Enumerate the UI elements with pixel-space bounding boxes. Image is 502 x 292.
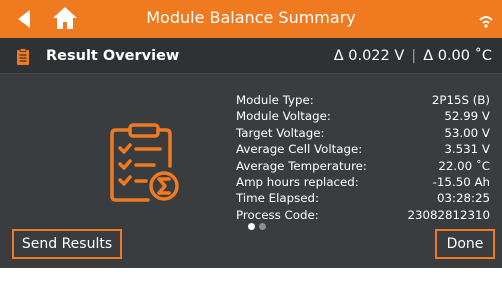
summary-row: Module Voltage: 52.99 V [236,108,490,124]
summary-label: Average Cell Voltage: [236,142,363,157]
delta-voltage: Δ 0.022 V [333,48,405,64]
result-overview-header: Result Overview Δ 0.022 V | Δ 0.00 ˚C [0,38,502,74]
summary-row: Target Voltage: 53.00 V [236,125,490,141]
summary-list: Module Type: 2P15S (B) Module Voltage: 5… [236,92,490,223]
summary-value: -15.50 Ah [432,174,490,189]
page-dot[interactable] [259,223,266,230]
summary-row: Time Elapsed: 03:28:25 [236,190,490,206]
app-screen: Module Balance Summary Result Overview Δ… [0,0,502,268]
summary-value: 22.00 ˚C [438,158,490,173]
wifi-icon [479,16,493,28]
summary-value: 23082812310 [407,207,490,222]
page-title: Module Balance Summary [146,8,356,27]
page-dot-active[interactable] [248,223,255,230]
page-indicator [248,223,266,230]
send-results-button[interactable]: Send Results [12,229,122,259]
summary-row: Average Cell Voltage: 3.531 V [236,141,490,157]
summary-value: 3.531 V [444,142,490,157]
title-bar: Module Balance Summary [0,0,502,38]
summary-label: Average Temperature: [236,158,367,173]
delta-readout: Δ 0.022 V | Δ 0.00 ˚C [334,48,492,64]
summary-row: Process Code: 23082812310 [236,207,490,223]
summary-value: 53.00 V [444,125,490,140]
summary-row: Average Temperature: 22.00 ˚C [236,158,490,174]
summary-row: Module Type: 2P15S (B) [236,92,490,108]
summary-value: 2P15S (B) [431,93,490,107]
summary-value: 52.99 V [444,109,490,124]
done-button[interactable]: Done [435,229,495,259]
summary-label: Process Code: [236,207,319,222]
delta-separator: | [411,48,417,64]
clipboard-sigma-icon [110,123,179,202]
summary-value: 03:28:25 [437,191,490,206]
summary-label: Module Voltage: [236,109,331,124]
summary-label: Target Voltage: [236,125,325,140]
delta-temperature: Δ 0.00 ˚C [423,48,492,64]
summary-row: Amp hours replaced: -15.50 Ah [236,174,490,190]
summary-label: Amp hours replaced: [236,174,359,189]
summary-label: Time Elapsed: [236,191,319,206]
summary-label: Module Type: [236,93,314,107]
result-overview-title: Result Overview [46,48,180,64]
document-icon [17,48,29,65]
